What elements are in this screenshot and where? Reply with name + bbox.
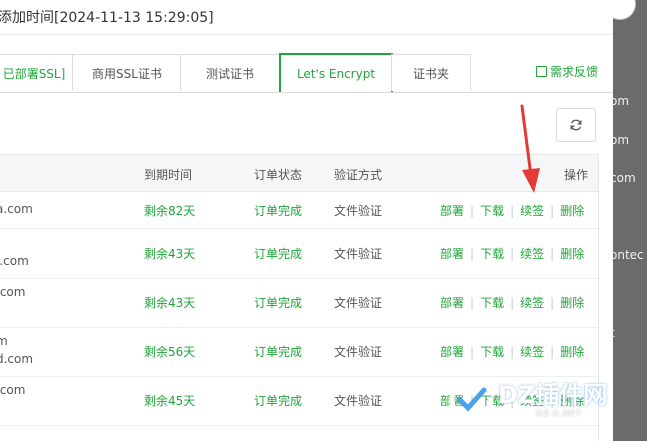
bg-text: ontec [610, 248, 644, 262]
watermark-logo-icon [449, 377, 493, 421]
watermark: DZ插件网 DZ-X.NET [448, 374, 647, 441]
bg-text: com [610, 171, 636, 185]
watermark-sub: DZ-X.NET [536, 409, 582, 418]
watermark-text: DZ插件网 [498, 381, 608, 409]
